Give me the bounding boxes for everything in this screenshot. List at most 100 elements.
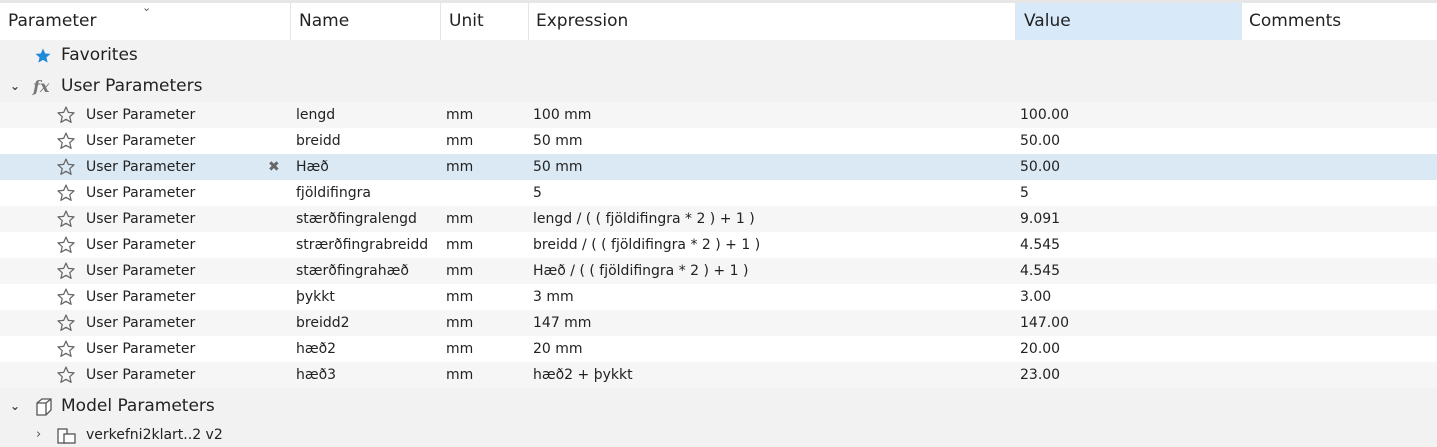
col-expression[interactable]: Expression — [528, 3, 1016, 40]
row-expression[interactable]: 3 mm — [533, 284, 574, 310]
row-name[interactable]: lengd — [296, 102, 335, 128]
row-name[interactable]: strærðfingrabreidd — [296, 232, 428, 258]
table-row[interactable]: User Parameter breidd mm 50 mm 50.00 — [0, 128, 1437, 154]
row-value: 147.00 — [1020, 315, 1069, 331]
star-outline-icon[interactable] — [56, 313, 76, 333]
row-name[interactable]: þykkt — [296, 284, 335, 310]
row-value: 5 — [1020, 185, 1029, 201]
col-comments[interactable]: Comments — [1241, 3, 1437, 40]
table-row[interactable]: User Parameter hæð2 mm 20 mm 20.00 — [0, 336, 1437, 362]
row-expression[interactable]: 20 mm — [533, 336, 583, 362]
row-expression[interactable]: 50 mm — [533, 128, 583, 154]
col-parameter[interactable]: Parameter ⌄ — [0, 0, 291, 40]
row-unit[interactable]: mm — [446, 336, 473, 362]
row-value: 50.00 — [1020, 159, 1061, 175]
col-unit[interactable]: Unit — [441, 3, 529, 40]
star-outline-icon[interactable] — [56, 339, 76, 359]
col-parameter-label: Parameter — [8, 11, 97, 31]
star-outline-icon[interactable] — [56, 131, 76, 151]
row-expression[interactable]: 5 — [533, 180, 542, 206]
table-row[interactable]: User Parameter strærðfingrabreidd mm breidd… — [0, 232, 1437, 258]
group-user-parameters[interactable]: ⌄ fx User Parameters — [0, 71, 1437, 102]
row-name[interactable]: fjöldifingra — [296, 180, 371, 206]
row-name[interactable]: hæð2 — [296, 336, 336, 362]
row-value: 100.00 — [1020, 107, 1069, 123]
row-value: 9.091 — [1020, 211, 1061, 227]
row-name[interactable]: stærðfingralengd — [296, 206, 417, 232]
star-filled-icon — [32, 40, 54, 71]
row-value: 3.00 — [1020, 289, 1052, 305]
table-row[interactable]: User Parameter fjöldifingra 5 5 — [0, 180, 1437, 206]
model-component-label: verkefni2klart..2 v2 — [86, 427, 223, 443]
table-row[interactable]: User Parameter stærðfingrahæð mm Hæð / ( ( … — [0, 258, 1437, 284]
row-expression[interactable]: breidd / ( ( fjöldifingra * 2 ) + 1 ) — [533, 232, 760, 258]
row-unit[interactable]: mm — [446, 232, 473, 258]
table-row[interactable]: User Parameter breidd2 mm 147 mm 147.00 — [0, 310, 1437, 336]
row-type: User Parameter — [86, 107, 196, 123]
component-icon — [56, 425, 78, 447]
row-unit[interactable]: mm — [446, 258, 473, 284]
sort-chevron-icon[interactable]: ⌄ — [142, 0, 151, 26]
row-type: User Parameter — [86, 133, 196, 149]
row-type: User Parameter — [86, 315, 196, 331]
group-user-parameters-label: User Parameters — [61, 76, 203, 96]
fx-icon: fx — [32, 71, 54, 102]
chevron-right-icon[interactable]: › — [36, 422, 41, 447]
row-type: User Parameter — [86, 341, 196, 357]
parameters-table: Favorites ⌄ fx User Parameters User Para… — [0, 40, 1437, 447]
group-favorites-label: Favorites — [61, 45, 138, 65]
row-unit[interactable]: mm — [446, 310, 473, 336]
row-expression[interactable]: 147 mm — [533, 310, 591, 336]
row-name[interactable]: breidd2 — [296, 310, 350, 336]
col-name[interactable]: Name — [291, 3, 441, 40]
chevron-down-icon[interactable]: ⌄ — [10, 71, 20, 102]
row-expression[interactable]: 100 mm — [533, 102, 591, 128]
cube-icon — [32, 391, 54, 422]
row-value: 4.545 — [1020, 263, 1061, 279]
row-value: 50.00 — [1020, 133, 1061, 149]
chevron-down-icon[interactable]: ⌄ — [10, 391, 20, 422]
table-row[interactable]: User Parameter stærðfingralengd mm lengd / … — [0, 206, 1437, 232]
row-expression[interactable]: hæð2 + þykkt — [533, 362, 633, 388]
model-component-row[interactable]: › verkefni2klart..2 v2 — [0, 422, 1437, 447]
star-outline-icon[interactable] — [56, 157, 76, 177]
star-outline-icon[interactable] — [56, 287, 76, 307]
table-row[interactable]: User Parameter hæð3 mm hæð2 + þykkt 23.00 — [0, 362, 1437, 388]
star-outline-icon[interactable] — [56, 235, 76, 255]
row-expression[interactable]: 50 mm — [533, 154, 583, 180]
table-row[interactable]: User Parameter ✖ Hæð mm 50 mm 50.00 — [0, 154, 1437, 180]
row-type: User Parameter — [86, 185, 196, 201]
row-type: User Parameter — [86, 263, 196, 279]
row-unit[interactable]: mm — [446, 284, 473, 310]
svg-text:fx: fx — [32, 77, 50, 96]
row-value: 4.545 — [1020, 237, 1061, 253]
row-name[interactable]: hæð3 — [296, 362, 336, 388]
star-outline-icon[interactable] — [56, 209, 76, 229]
row-name[interactable]: Hæð — [296, 154, 329, 180]
star-outline-icon[interactable] — [56, 183, 76, 203]
row-type: User Parameter — [86, 289, 196, 305]
row-expression[interactable]: Hæð / ( ( fjöldifingra * 2 ) + 1 ) — [533, 258, 748, 284]
col-value[interactable]: Value — [1016, 3, 1242, 40]
row-unit[interactable]: mm — [446, 102, 473, 128]
row-value: 20.00 — [1020, 341, 1061, 357]
star-outline-icon[interactable] — [56, 105, 76, 125]
row-type: User Parameter — [86, 211, 196, 227]
row-unit[interactable]: mm — [446, 362, 473, 388]
row-expression[interactable]: lengd / ( ( fjöldifingra * 2 ) + 1 ) — [533, 206, 755, 232]
row-name[interactable]: breidd — [296, 128, 341, 154]
star-outline-icon[interactable] — [56, 365, 76, 385]
star-outline-icon[interactable] — [56, 261, 76, 281]
row-name[interactable]: stærðfingrahæð — [296, 258, 409, 284]
row-unit[interactable]: mm — [446, 154, 473, 180]
group-model-parameters-label: Model Parameters — [61, 396, 215, 416]
row-unit[interactable]: mm — [446, 128, 473, 154]
group-favorites[interactable]: Favorites — [0, 40, 1437, 71]
table-row[interactable]: User Parameter þykkt mm 3 mm 3.00 — [0, 284, 1437, 310]
row-type: User Parameter — [86, 159, 196, 175]
table-row[interactable]: User Parameter lengd mm 100 mm 100.00 — [0, 102, 1437, 128]
row-type: User Parameter — [86, 237, 196, 253]
row-unit[interactable]: mm — [446, 206, 473, 232]
group-model-parameters[interactable]: ⌄ Model Parameters — [0, 391, 1437, 422]
x-icon[interactable]: ✖ — [268, 154, 280, 180]
